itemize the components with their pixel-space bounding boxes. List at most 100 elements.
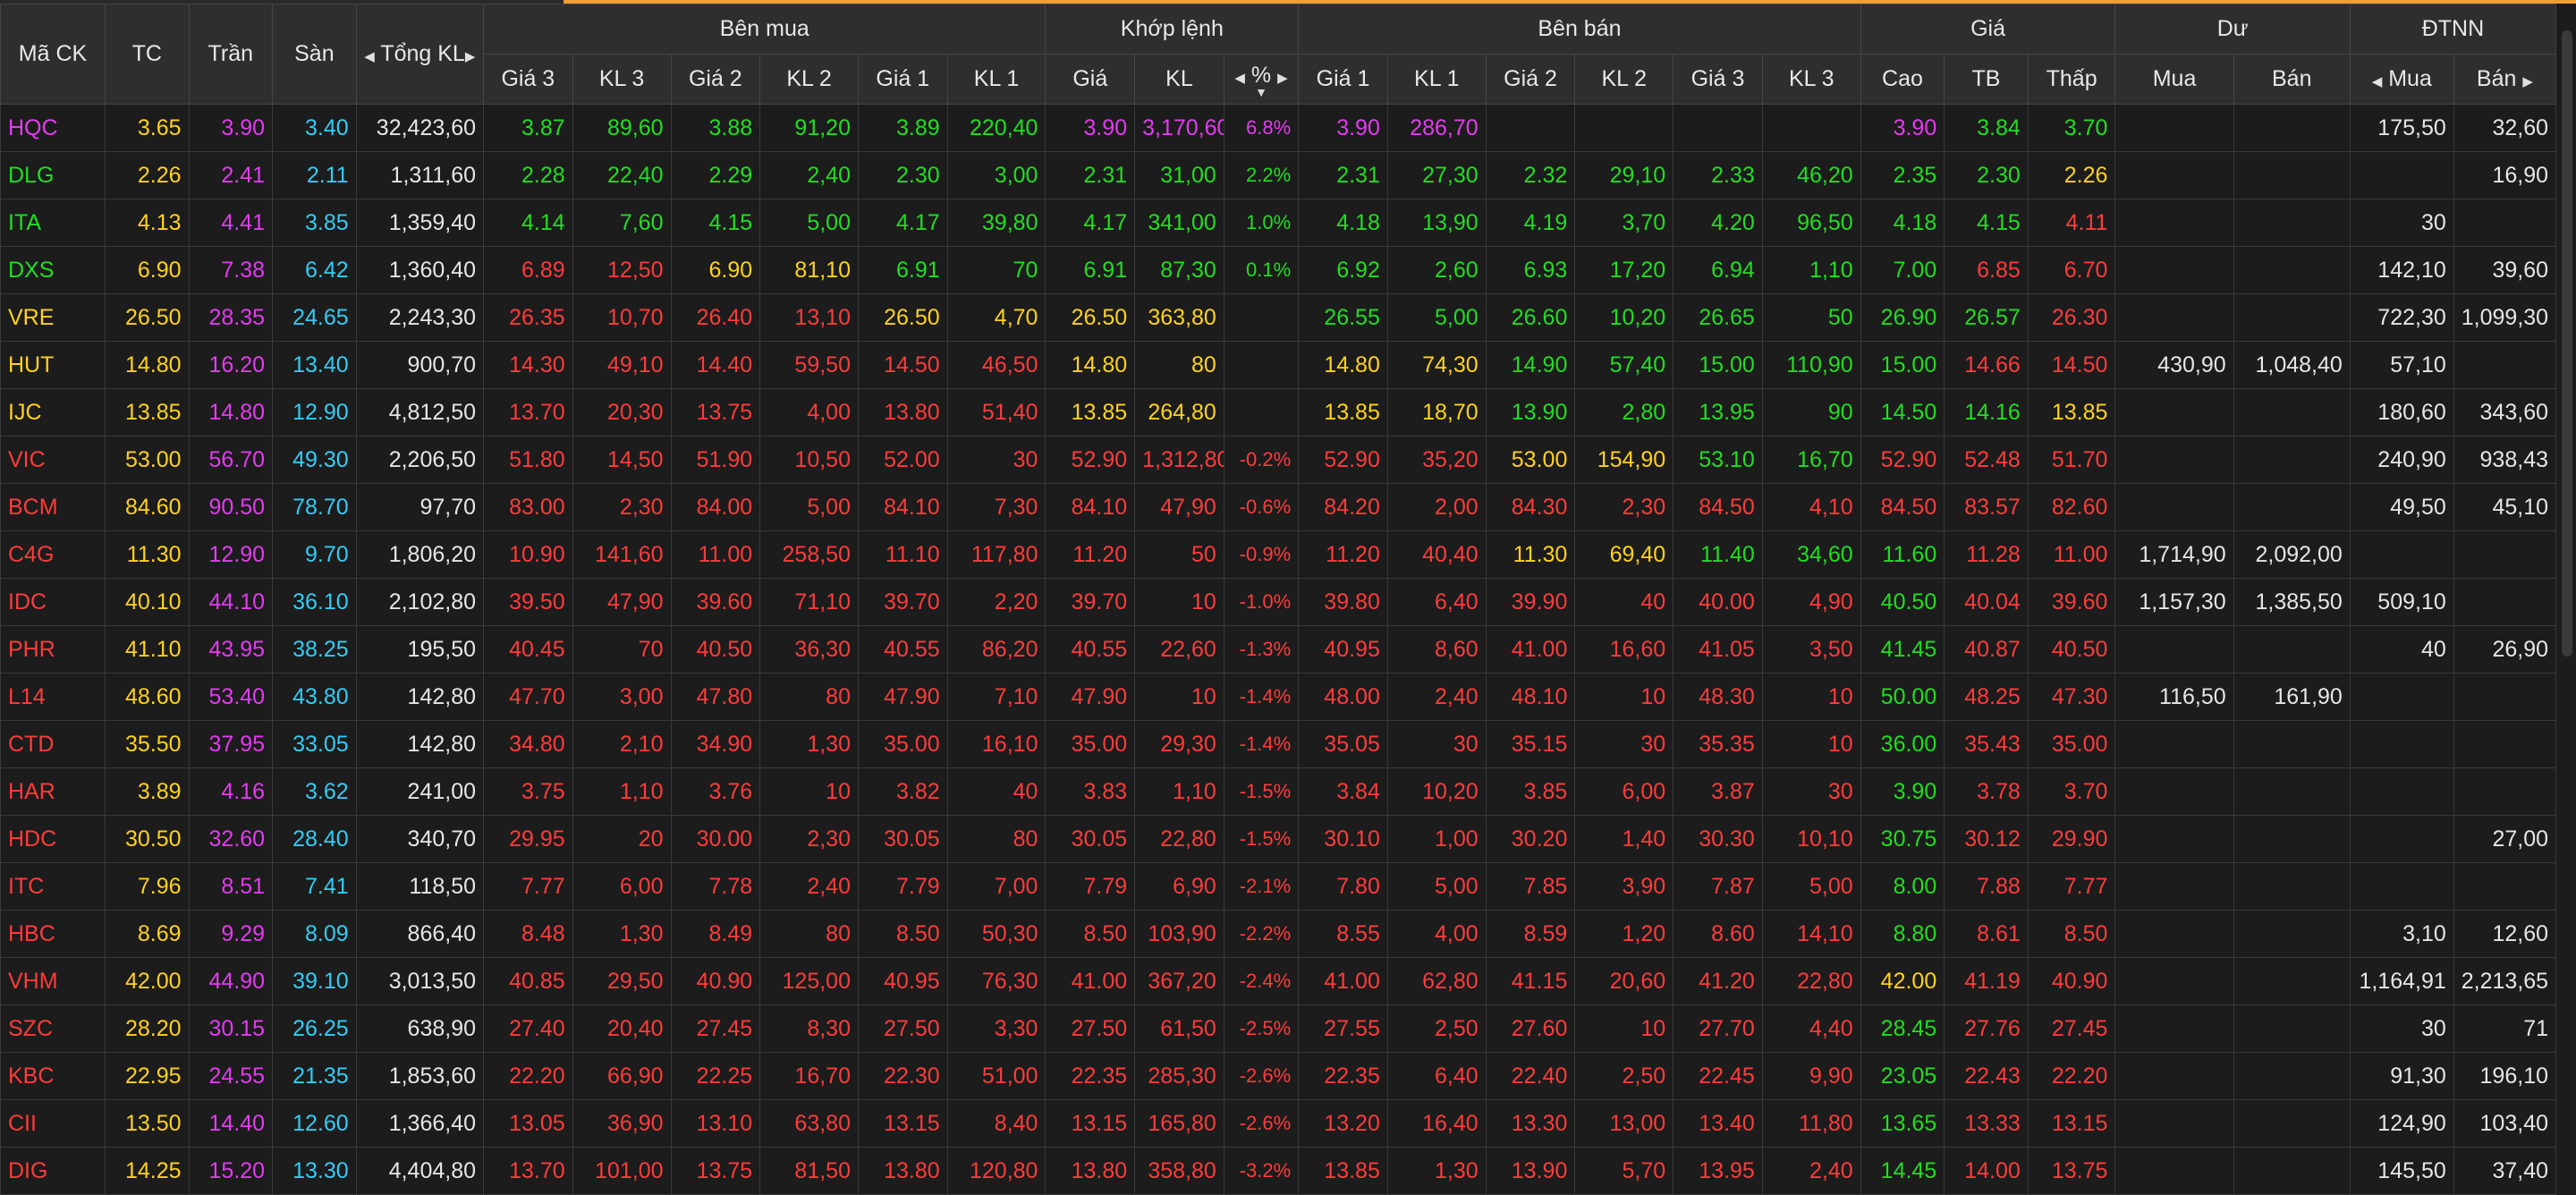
col-mua-kl2[interactable]: KL 2 bbox=[759, 54, 859, 105]
table-row[interactable]: ITA 4.13 4.41 3.85 1,359,40 4.14 7,60 4.15 5,00 4… bbox=[0, 199, 2557, 247]
cell-bid-vol-1: 3,00 bbox=[946, 151, 1046, 199]
col-mua-gia1[interactable]: Giá 1 bbox=[857, 54, 948, 105]
table-row[interactable]: CII 13.50 14.40 12.60 1,366,40 13.05 36,90 13.1… bbox=[0, 1099, 2557, 1148]
col-ban-gia2[interactable]: Giá 2 bbox=[1485, 54, 1576, 105]
cell-match-change-pct: -0.9% bbox=[1223, 530, 1300, 579]
cell-symbol[interactable]: ITC bbox=[0, 862, 106, 911]
col-san[interactable]: Sàn bbox=[272, 4, 357, 105]
col-ban-gia3[interactable]: Giá 3 bbox=[1673, 54, 1763, 105]
cell-symbol[interactable]: HAR bbox=[0, 767, 106, 816]
cell-symbol[interactable]: CII bbox=[0, 1099, 106, 1148]
cell-foreign-sell: 71 bbox=[2453, 1004, 2557, 1053]
cell-symbol[interactable]: VIC bbox=[0, 436, 106, 484]
table-row[interactable]: HDC 30.50 32.60 28.40 340,70 29.95 20 30.00 2,30… bbox=[0, 815, 2557, 863]
col-tong-kl[interactable]: ◀ Tổng KL▶ bbox=[355, 4, 485, 105]
arrow-right-icon[interactable]: ▶ bbox=[1277, 71, 1288, 86]
cell-low-price: 7.77 bbox=[2027, 862, 2116, 911]
col-mua-gia3[interactable]: Giá 3 bbox=[483, 54, 573, 105]
col-ban-gia1[interactable]: Giá 1 bbox=[1298, 54, 1388, 105]
table-row[interactable]: L14 48.60 53.40 43.80 142,80 47.70 3,00 47.80 80… bbox=[0, 673, 2557, 721]
vertical-scrollbar[interactable] bbox=[2556, 4, 2576, 1191]
scrollbar-thumb[interactable] bbox=[2562, 30, 2572, 657]
col-nn-mua[interactable]: ◀ Mua bbox=[2349, 54, 2454, 105]
cell-symbol[interactable]: VHM bbox=[0, 957, 106, 1005]
table-row[interactable]: DIG 14.25 15.20 13.30 4,404,80 13.70 101,00 13.… bbox=[0, 1147, 2557, 1195]
table-row[interactable]: HAR 3.89 4.16 3.62 241,00 3.75 1,10 3.76 10 3.82 4… bbox=[0, 767, 2557, 816]
cell-low-price: 26.30 bbox=[2027, 293, 2116, 342]
col-mua-gia2[interactable]: Giá 2 bbox=[670, 54, 761, 105]
col-khop-pct[interactable]: ◀ % ▶ ▼ bbox=[1223, 54, 1300, 105]
sort-desc-icon[interactable]: ▼ bbox=[1230, 86, 1292, 98]
cell-match-change-pct bbox=[1223, 388, 1300, 436]
col-nn-ban[interactable]: Bán ▶ bbox=[2453, 54, 2557, 105]
cell-total-volume: 3,013,50 bbox=[355, 957, 485, 1005]
table-row[interactable]: HUT 14.80 16.20 13.40 900,70 14.30 49,10 14.40 5… bbox=[0, 341, 2557, 389]
arrow-right-icon[interactable]: ▶ bbox=[465, 49, 476, 64]
cell-surplus-bid bbox=[2114, 1099, 2234, 1148]
col-tran[interactable]: Trần bbox=[188, 4, 274, 105]
table-row[interactable]: IDC 40.10 44.10 36.10 2,102,80 39.50 47,90 39.6… bbox=[0, 578, 2557, 626]
table-row[interactable]: DXS 6.90 7.38 6.42 1,360,40 6.89 12,50 6.90 81,1… bbox=[0, 246, 2557, 294]
cell-symbol[interactable]: IJC bbox=[0, 388, 106, 436]
cell-match-price: 52.90 bbox=[1045, 436, 1136, 484]
cell-symbol[interactable]: HUT bbox=[0, 341, 106, 389]
table-row[interactable]: IJC 13.85 14.80 12.90 4,812,50 13.70 20,30 13.7… bbox=[0, 388, 2557, 436]
col-ban-kl1[interactable]: KL 1 bbox=[1386, 54, 1487, 105]
col-du-mua[interactable]: Mua bbox=[2114, 54, 2234, 105]
col-ban-kl2[interactable]: KL 2 bbox=[1574, 54, 1674, 105]
cell-ask-price-3: 48.30 bbox=[1673, 673, 1763, 721]
cell-symbol[interactable]: ITA bbox=[0, 199, 106, 247]
table-row[interactable]: VHM 42.00 44.90 39.10 3,013,50 40.85 29,50 40.9… bbox=[0, 957, 2557, 1005]
col-ma-ck[interactable]: Mã CK bbox=[0, 4, 106, 105]
cell-ref-price: 48.60 bbox=[104, 673, 190, 721]
col-khop-kl[interactable]: KL bbox=[1134, 54, 1224, 105]
cell-symbol[interactable]: KBC bbox=[0, 1052, 106, 1100]
cell-high-price: 30.75 bbox=[1860, 815, 1945, 863]
table-row[interactable]: PHR 41.10 43.95 38.25 195,50 40.45 70 40.50 36,3… bbox=[0, 625, 2557, 674]
col-ban-kl3[interactable]: KL 3 bbox=[1761, 54, 1861, 105]
cell-symbol[interactable]: PHR bbox=[0, 625, 106, 674]
table-row[interactable]: CTD 35.50 37.95 33.05 142,80 34.80 2,10 34.90 1,… bbox=[0, 720, 2557, 768]
cell-symbol[interactable]: IDC bbox=[0, 578, 106, 626]
cell-symbol[interactable]: BCM bbox=[0, 483, 106, 531]
cell-symbol[interactable]: DXS bbox=[0, 246, 106, 294]
table-row[interactable]: DLG 2.26 2.41 2.11 1,311,60 2.28 22,40 2.29 2,40… bbox=[0, 151, 2557, 199]
col-thap[interactable]: Thấp bbox=[2027, 54, 2116, 105]
cell-ask-price-2: 2.32 bbox=[1485, 151, 1576, 199]
col-cao[interactable]: Cao bbox=[1860, 54, 1945, 105]
col-tc[interactable]: TC bbox=[104, 4, 190, 105]
cell-symbol[interactable]: VRE bbox=[0, 293, 106, 342]
arrow-right-icon[interactable]: ▶ bbox=[2522, 74, 2533, 89]
cell-symbol[interactable]: DIG bbox=[0, 1147, 106, 1195]
arrow-left-icon[interactable]: ◀ bbox=[2372, 74, 2383, 89]
cell-symbol[interactable]: HBC bbox=[0, 910, 106, 958]
cell-symbol[interactable]: HQC bbox=[0, 104, 106, 152]
cell-symbol[interactable]: L14 bbox=[0, 673, 106, 721]
col-mua-kl3[interactable]: KL 3 bbox=[572, 54, 672, 105]
cell-ask-vol-2: 16,60 bbox=[1574, 625, 1674, 674]
cell-match-volume: 6,90 bbox=[1134, 862, 1224, 911]
cell-total-volume: 241,00 bbox=[355, 767, 485, 816]
cell-symbol[interactable]: SZC bbox=[0, 1004, 106, 1053]
cell-symbol[interactable]: DLG bbox=[0, 151, 106, 199]
arrow-left-icon[interactable]: ◀ bbox=[1234, 71, 1245, 86]
cell-ask-price-1: 52.90 bbox=[1298, 436, 1388, 484]
cell-symbol[interactable]: HDC bbox=[0, 815, 106, 863]
table-row[interactable]: HBC 8.69 9.29 8.09 866,40 8.48 1,30 8.49 80 8.50 5… bbox=[0, 910, 2557, 958]
cell-symbol[interactable]: C4G bbox=[0, 530, 106, 579]
col-du-ban[interactable]: Bán bbox=[2233, 54, 2351, 105]
cell-symbol[interactable]: CTD bbox=[0, 720, 106, 768]
cell-ask-vol-3: 10,10 bbox=[1761, 815, 1861, 863]
col-khop-gia[interactable]: Giá bbox=[1045, 54, 1136, 105]
col-mua-kl1[interactable]: KL 1 bbox=[946, 54, 1046, 105]
table-row[interactable]: KBC 22.95 24.55 21.35 1,853,60 22.20 66,90 22.2… bbox=[0, 1052, 2557, 1100]
table-row[interactable]: VIC 53.00 56.70 49.30 2,206,50 51.80 14,50 51.9… bbox=[0, 436, 2557, 484]
table-row[interactable]: BCM 84.60 90.50 78.70 97,70 83.00 2,30 84.00 5,0… bbox=[0, 483, 2557, 531]
table-row[interactable]: SZC 28.20 30.15 26.25 638,90 27.40 20,40 27.45 8… bbox=[0, 1004, 2557, 1053]
col-tb[interactable]: TB bbox=[1944, 54, 2029, 105]
table-row[interactable]: VRE 26.50 28.35 24.65 2,243,30 26.35 10,70 26.4… bbox=[0, 293, 2557, 342]
table-row[interactable]: C4G 11.30 12.90 9.70 1,806,20 10.90 141,60 11.0… bbox=[0, 530, 2557, 579]
table-row[interactable]: HQC 3.65 3.90 3.40 32,423,60 3.87 89,60 3.88 91,… bbox=[0, 104, 2557, 152]
arrow-left-icon[interactable]: ◀ bbox=[364, 49, 375, 64]
table-row[interactable]: ITC 7.96 8.51 7.41 118,50 7.77 6,00 7.78 2,40 7.7… bbox=[0, 862, 2557, 911]
